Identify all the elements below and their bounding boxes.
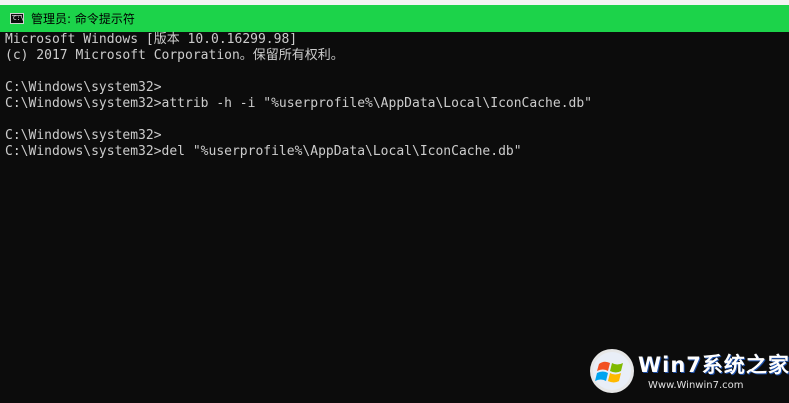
cmd-icon: C:\ bbox=[10, 13, 24, 24]
window-title: 管理员: 命令提示符 bbox=[31, 12, 135, 26]
watermark-title: Win7系统之家 bbox=[638, 353, 789, 377]
console-line: C:\Windows\system32> bbox=[5, 128, 162, 143]
console-line: (c) 2017 Microsoft Corporation。保留所有权利。 bbox=[5, 48, 344, 63]
watermark-site: Www.Winwin7.com bbox=[648, 380, 744, 391]
title-bar[interactable]: C:\ 管理员: 命令提示符 bbox=[0, 5, 789, 32]
console-line: C:\Windows\system32>del "%userprofile%\A… bbox=[5, 144, 522, 159]
console-line: C:\Windows\system32>attrib -h -i "%userp… bbox=[5, 96, 592, 111]
command-prompt-window: C:\ 管理员: 命令提示符 Microsoft Windows [版本 10.… bbox=[0, 0, 789, 403]
site-watermark: Win7系统之家 Www.Winwin7.com bbox=[588, 347, 789, 399]
console-line: C:\Windows\system32> bbox=[5, 80, 162, 95]
console-line: Microsoft Windows [版本 10.0.16299.98] bbox=[5, 32, 298, 47]
windows-flag-icon bbox=[590, 349, 634, 393]
